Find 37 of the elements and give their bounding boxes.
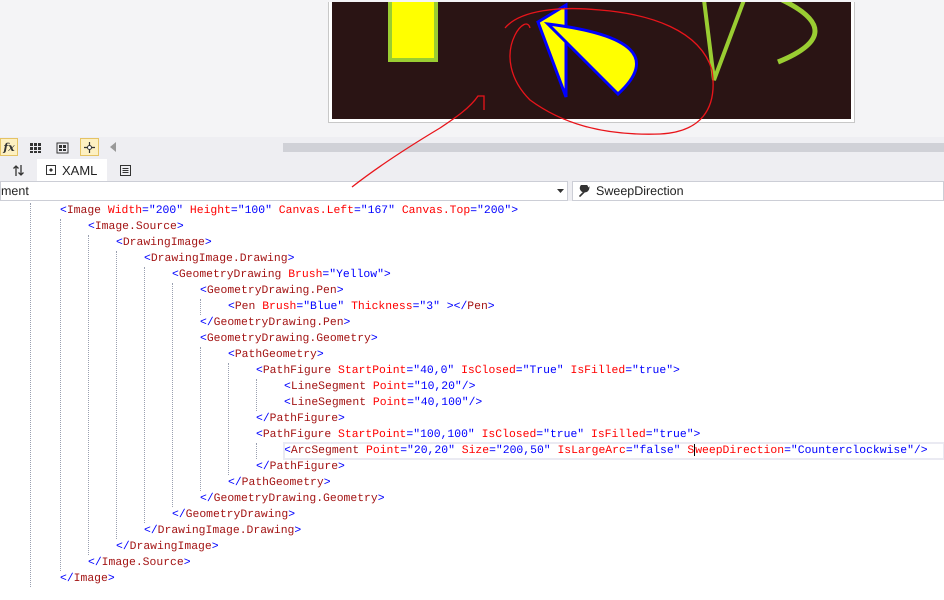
code-line: </PathFigure>: [256, 460, 346, 475]
code-line: </PathGeometry>: [228, 476, 332, 491]
xaml-tab[interactable]: XAML: [37, 159, 108, 181]
code-line: <PathFigure StartPoint="100,100" IsClosed="true" IsFilled="true">: [256, 428, 702, 443]
code-line: </GeometryDrawing>: [172, 508, 296, 523]
member-dropdown[interactable]: SweepDirection: [572, 181, 944, 201]
code-line: <LineSegment Point="40,100"/>: [284, 396, 484, 411]
code-line: <PathFigure StartPoint="40,0" IsClosed="True" IsFilled="true">: [256, 364, 681, 379]
code-line: <DrawingImage.Drawing>: [144, 252, 296, 267]
code-line: <Image.Source>: [88, 220, 185, 235]
function-button[interactable]: fx: [0, 138, 18, 156]
xaml-view-icon: [45, 164, 58, 176]
code-line: </PathFigure>: [256, 412, 346, 427]
code-line: <Image Width="200" Height="100" Canvas.Left="167" Canvas.Top="200">: [60, 204, 520, 219]
dropdown-arrow-icon: [557, 189, 564, 193]
grid-icon: [29, 140, 42, 154]
crosshair-button[interactable]: [80, 138, 99, 156]
code-line: </Image.Source>: [88, 556, 192, 571]
code-line: </DrawingImage.Drawing>: [144, 524, 302, 539]
code-line: <GeometryDrawing Brush="Yellow">: [172, 268, 392, 283]
horizontal-scrollbar[interactable]: [283, 142, 944, 152]
code-line: </DrawingImage>: [116, 540, 220, 555]
code-line: </Image>: [60, 572, 116, 587]
code-line: <DrawingImage>: [116, 236, 213, 251]
code-line: <PathGeometry>: [228, 348, 325, 363]
code-line: </GeometryDrawing.Geometry>: [200, 492, 386, 507]
code-line: </GeometryDrawing.Pen>: [200, 316, 352, 331]
grid-frame-icon: [56, 140, 69, 154]
code-line: <LineSegment Point="10,20"/>: [284, 380, 476, 395]
sort-arrows-icon: [12, 164, 25, 176]
crosshair-icon: [83, 140, 96, 154]
element-dropdown[interactable]: ment: [0, 181, 568, 201]
text-caret: [694, 443, 696, 456]
document-list-icon: [119, 164, 132, 176]
code-line: <Pen Brush="Blue" Thickness="3" ></Pen>: [228, 300, 496, 315]
code-line: <GeometryDrawing.Pen>: [200, 284, 345, 299]
code-line: <GeometryDrawing.Geometry>: [200, 332, 379, 347]
